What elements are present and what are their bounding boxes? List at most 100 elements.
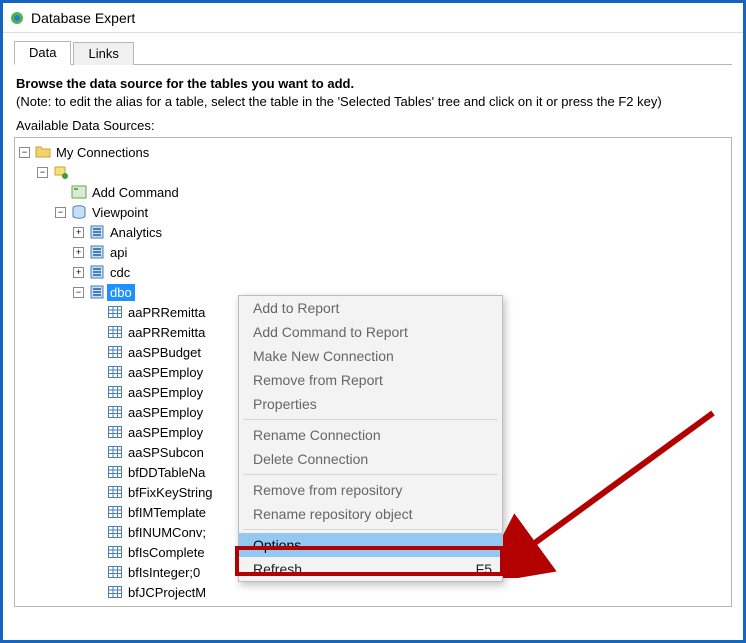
tree-label: Analytics bbox=[107, 224, 165, 241]
menu-item-label: Refresh bbox=[253, 561, 302, 577]
available-sources-label: Available Data Sources: bbox=[16, 118, 730, 133]
expand-icon[interactable]: + bbox=[73, 247, 84, 258]
tree-label: aaSPEmploy bbox=[125, 404, 206, 421]
spacer bbox=[91, 487, 102, 498]
spacer bbox=[91, 447, 102, 458]
table-icon bbox=[107, 564, 123, 580]
spacer bbox=[91, 327, 102, 338]
table-icon bbox=[107, 484, 123, 500]
table-icon bbox=[107, 384, 123, 400]
menu-item-add-to-report[interactable]: Add to Report bbox=[239, 296, 502, 320]
menu-item-delete-connection[interactable]: Delete Connection bbox=[239, 447, 502, 471]
spacer bbox=[91, 587, 102, 598]
titlebar: Database Expert bbox=[3, 3, 743, 33]
app-icon bbox=[9, 10, 25, 26]
folder-icon bbox=[35, 144, 51, 160]
table-icon bbox=[107, 344, 123, 360]
connection-icon bbox=[53, 164, 69, 180]
tree-node-table[interactable]: bfJCProjectM bbox=[91, 582, 727, 602]
menu-item-properties[interactable]: Properties bbox=[239, 392, 502, 416]
table-icon bbox=[107, 524, 123, 540]
menu-item-remove-from-report[interactable]: Remove from Report bbox=[239, 368, 502, 392]
collapse-icon[interactable]: − bbox=[19, 147, 30, 158]
tree-node-schema-api[interactable]: + api bbox=[73, 242, 727, 262]
spacer bbox=[91, 387, 102, 398]
tab-links[interactable]: Links bbox=[73, 42, 133, 65]
menu-item-remove-from-repository[interactable]: Remove from repository bbox=[239, 478, 502, 502]
spacer bbox=[91, 567, 102, 578]
table-icon bbox=[107, 304, 123, 320]
collapse-icon[interactable]: − bbox=[73, 287, 84, 298]
table-icon bbox=[107, 404, 123, 420]
menu-separator bbox=[243, 529, 498, 530]
tree-label: bfIsInteger;0 bbox=[125, 564, 203, 581]
menu-item-add-command-to-report[interactable]: Add Command to Report bbox=[239, 320, 502, 344]
menu-separator bbox=[243, 419, 498, 420]
spacer bbox=[91, 407, 102, 418]
tree-label: bfIsComplete bbox=[125, 544, 208, 561]
tree-label: aaSPEmploy bbox=[125, 424, 206, 441]
spacer bbox=[91, 467, 102, 478]
tree-label: aaPRRemitta bbox=[125, 304, 208, 321]
table-icon bbox=[107, 324, 123, 340]
menu-item-rename-repository-object[interactable]: Rename repository object bbox=[239, 502, 502, 526]
schema-icon bbox=[89, 284, 105, 300]
tree-node-my-connections[interactable]: − My Connections bbox=[19, 142, 727, 162]
spacer bbox=[91, 347, 102, 358]
tree-label: My Connections bbox=[53, 144, 152, 161]
tree-label: bfIMTemplate bbox=[125, 504, 209, 521]
database-expert-window: Database Expert Data Links Browse the da… bbox=[0, 0, 746, 643]
command-icon bbox=[71, 184, 87, 200]
tree-node-schema-analytics[interactable]: + Analytics bbox=[73, 222, 727, 242]
menu-item-shortcut: F5 bbox=[476, 561, 492, 577]
tree-node-connection[interactable]: − bbox=[37, 162, 727, 182]
tree-node-add-command[interactable]: Add Command bbox=[55, 182, 727, 202]
instruction-note: (Note: to edit the alias for a table, se… bbox=[16, 93, 730, 111]
tree-label: api bbox=[107, 244, 130, 261]
collapse-icon[interactable]: − bbox=[37, 167, 48, 178]
table-icon bbox=[107, 544, 123, 560]
tree-node-schema-cdc[interactable]: + cdc bbox=[73, 262, 727, 282]
tab-data[interactable]: Data bbox=[14, 41, 71, 65]
tree-label: bfINUMConv; bbox=[125, 524, 209, 541]
tree-node-viewpoint[interactable]: − Viewpoint bbox=[55, 202, 727, 222]
table-icon bbox=[107, 504, 123, 520]
spacer bbox=[55, 187, 66, 198]
spacer bbox=[91, 507, 102, 518]
expand-icon[interactable]: + bbox=[73, 227, 84, 238]
table-icon bbox=[107, 584, 123, 600]
tree-label: aaSPEmploy bbox=[125, 364, 206, 381]
menu-item-refresh[interactable]: Refresh F5 bbox=[239, 557, 502, 581]
spacer bbox=[91, 607, 102, 608]
tree-label: cdc bbox=[107, 264, 133, 281]
schema-icon bbox=[89, 244, 105, 260]
spacer bbox=[91, 307, 102, 318]
tree-label: Add Command bbox=[89, 184, 182, 201]
menu-item-rename-connection[interactable]: Rename Connection bbox=[239, 423, 502, 447]
spacer bbox=[91, 527, 102, 538]
menu-item-make-new-connection[interactable]: Make New Connection bbox=[239, 344, 502, 368]
tree-label: aaSPSubcon bbox=[125, 444, 207, 461]
expand-icon[interactable]: + bbox=[73, 267, 84, 278]
database-icon bbox=[71, 204, 87, 220]
tree-label: aaSPBudget bbox=[125, 344, 204, 361]
tree-node-table[interactable]: bfJCUMConv;0 bbox=[91, 602, 727, 607]
collapse-icon[interactable]: − bbox=[55, 207, 66, 218]
schema-icon bbox=[89, 224, 105, 240]
menu-separator bbox=[243, 474, 498, 475]
spacer bbox=[91, 547, 102, 558]
tree-label: bfJCProjectM bbox=[125, 584, 209, 601]
spacer bbox=[91, 427, 102, 438]
tree-label: dbo bbox=[107, 284, 135, 301]
tree-label: bfJCUMConv;0 bbox=[125, 604, 219, 608]
menu-item-options[interactable]: Options bbox=[239, 533, 502, 557]
schema-icon bbox=[89, 264, 105, 280]
tab-strip: Data Links bbox=[14, 39, 732, 65]
instruction-heading: Browse the data source for the tables yo… bbox=[16, 75, 730, 93]
table-icon bbox=[107, 604, 123, 607]
table-icon bbox=[107, 364, 123, 380]
tree-label: bfDDTableNa bbox=[125, 464, 208, 481]
spacer bbox=[91, 367, 102, 378]
tree-label: aaSPEmploy bbox=[125, 384, 206, 401]
tree-label bbox=[71, 171, 77, 173]
